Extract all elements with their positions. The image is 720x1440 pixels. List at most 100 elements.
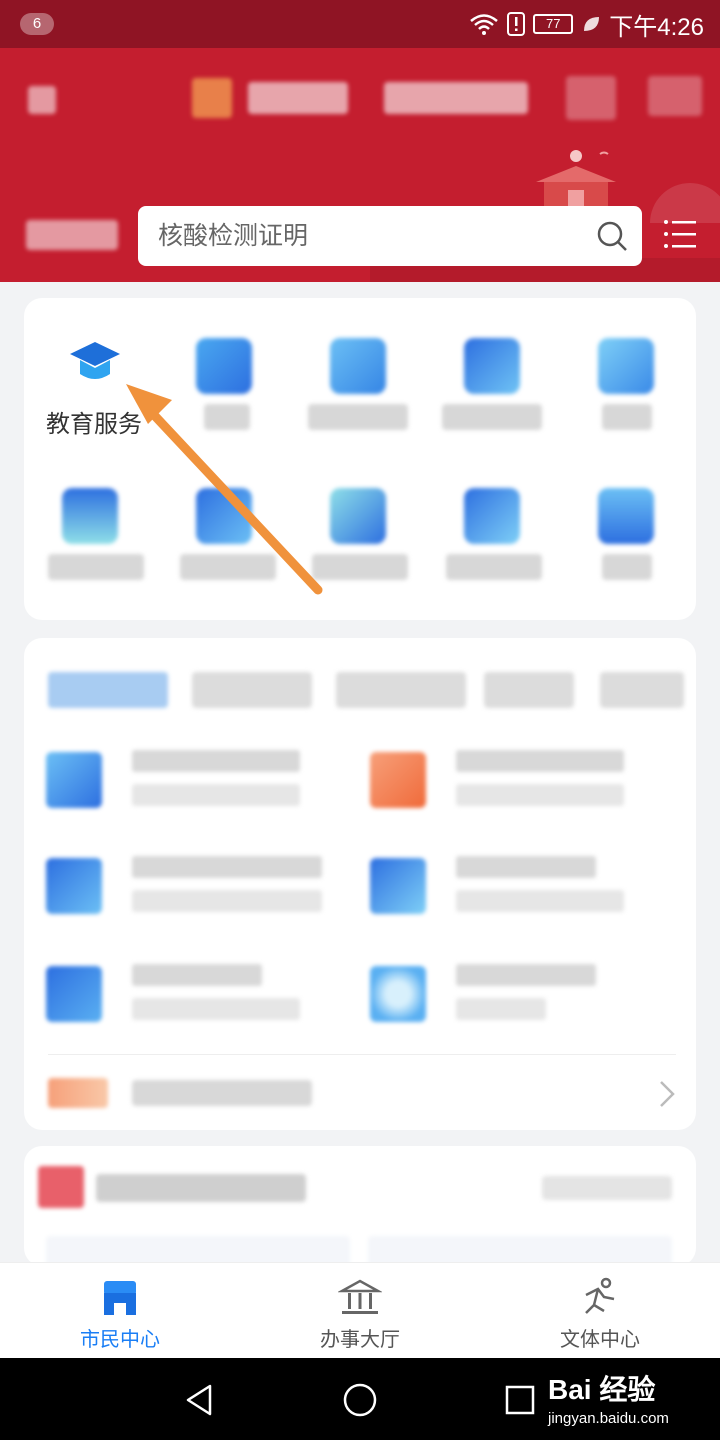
blurred-text (456, 750, 624, 772)
watermark-main: Bai 经验 (548, 1374, 656, 1405)
blurred-title (96, 1174, 306, 1202)
blurred-label (180, 554, 276, 580)
service-item[interactable] (348, 742, 648, 822)
nav-label: 文体中心 (560, 1329, 640, 1351)
blurred-title-part (384, 82, 528, 114)
blurred-service-icon (464, 488, 520, 544)
blurred-text (456, 998, 546, 1020)
blurred-service-icon (46, 966, 102, 1022)
service-item[interactable] (24, 956, 324, 1036)
notification-badge: 6 (20, 13, 54, 35)
back-icon[interactable] (28, 86, 56, 114)
battery-icon: 77 (533, 14, 574, 34)
watermark-sub: jingyan.baidu.com (548, 1410, 669, 1427)
grid-item[interactable] (426, 298, 560, 438)
service-item[interactable] (348, 848, 648, 928)
home-circle-icon[interactable] (340, 1380, 380, 1420)
alert-icon (507, 12, 526, 36)
blurred-title-part (248, 82, 348, 114)
clock: 下午4:26 (609, 13, 704, 41)
search-input[interactable]: 核酸检测证明 (158, 206, 308, 266)
grid-item[interactable] (560, 298, 694, 438)
blurred-label (602, 404, 652, 430)
service-item[interactable] (24, 848, 324, 928)
grid-item[interactable] (292, 298, 426, 438)
grid-item-education[interactable]: 教育服务 (24, 298, 158, 438)
services-grid-card: 教育服务 (24, 298, 696, 620)
blurred-service-icon (598, 488, 654, 544)
recents-square-icon[interactable] (500, 1380, 540, 1420)
tab[interactable] (192, 672, 312, 708)
nav-tab-culture-sports[interactable]: 文体中心 (480, 1263, 720, 1359)
blurred-service-icon (46, 858, 102, 914)
blurred-label (442, 404, 542, 430)
divider (48, 1054, 676, 1055)
blurred-label (308, 404, 408, 430)
chevron-right-icon[interactable] (658, 1080, 676, 1108)
blurred-text (456, 964, 596, 986)
blurred-service-icon (46, 752, 102, 808)
bottom-nav: 市民中心 办事大厅 文体中心 (0, 1262, 720, 1358)
services-list-card (24, 638, 696, 1130)
search-bar[interactable]: 核酸检测证明 (138, 206, 642, 266)
blurred-title-part (192, 78, 232, 118)
service-item[interactable] (348, 956, 648, 1036)
tab[interactable] (600, 672, 684, 708)
blurred-service-icon (196, 338, 252, 394)
service-item[interactable] (24, 742, 324, 822)
blurred-service-icon (370, 966, 426, 1022)
status-icons: 77 下午4:26 (469, 0, 704, 48)
tab[interactable] (48, 672, 168, 708)
blurred-text (456, 856, 596, 878)
blurred-service-icon (62, 488, 118, 544)
service-banner-row[interactable] (24, 1066, 696, 1122)
grid-item[interactable] (158, 448, 292, 588)
location-selector[interactable] (26, 220, 118, 250)
app-header: 核酸检测证明 (0, 48, 720, 282)
nav-tab-citizen-center[interactable]: 市民中心 (0, 1263, 240, 1359)
wifi-icon (470, 14, 499, 35)
citizen-center-icon (104, 1281, 136, 1315)
blurred-service-icon (370, 858, 426, 914)
grid-item[interactable] (158, 298, 292, 438)
blurred-more-link[interactable] (542, 1176, 672, 1200)
status-bar: 6 77 下午4:26 (0, 0, 720, 48)
blurred-service-icon (330, 338, 386, 394)
grid-item[interactable] (292, 448, 426, 588)
back-triangle-icon[interactable] (180, 1380, 220, 1420)
grid-item[interactable] (426, 448, 560, 588)
blurred-text (132, 890, 322, 912)
blurred-text (132, 1080, 312, 1106)
blurred-label (204, 404, 250, 430)
grid-item[interactable] (24, 448, 158, 588)
blurred-text (132, 998, 300, 1020)
service-hall-icon (338, 1279, 382, 1314)
blurred-label (602, 554, 652, 580)
blurred-label (48, 554, 144, 580)
nav-tab-service-hall[interactable]: 办事大厅 (240, 1263, 480, 1359)
blurred-service-icon (48, 1078, 108, 1108)
search-icon[interactable] (596, 220, 628, 252)
blurred-text (132, 784, 300, 806)
blurred-service-icon (196, 488, 252, 544)
tab[interactable] (336, 672, 466, 708)
nav-label: 办事大厅 (320, 1329, 400, 1351)
blurred-title-part (648, 76, 702, 116)
blurred-text (456, 784, 624, 806)
blurred-text (456, 890, 624, 912)
blurred-text (132, 964, 262, 986)
graduation-cap-icon (70, 342, 120, 379)
blurred-text (132, 750, 300, 772)
grid-item-label: 教育服务 (46, 411, 142, 438)
grid-item[interactable] (560, 448, 694, 588)
blurred-service-icon (598, 338, 654, 394)
blurred-service-icon (330, 488, 386, 544)
blurred-label (312, 554, 408, 580)
news-card (24, 1146, 696, 1266)
menu-icon[interactable] (662, 216, 698, 252)
baidu-jingyan-watermark: Bai 经验 jingyan.baidu.com (548, 1368, 669, 1427)
blurred-service-icon (464, 338, 520, 394)
blurred-service-icon (38, 1166, 84, 1208)
tab[interactable] (484, 672, 574, 708)
blurred-title-part (566, 76, 616, 120)
